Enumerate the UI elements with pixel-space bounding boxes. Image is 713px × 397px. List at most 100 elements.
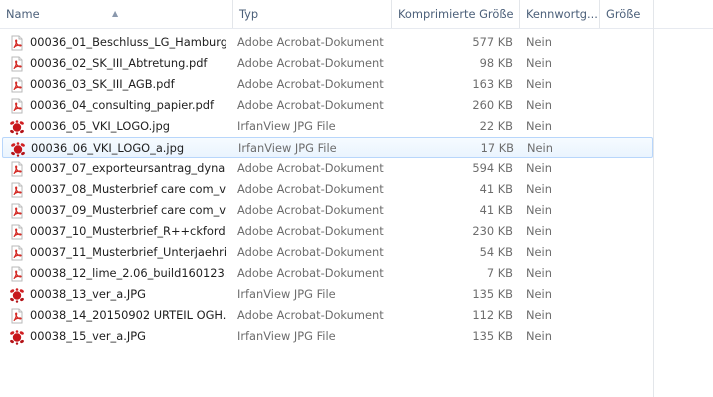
- file-type: Adobe Acrobat-Dokument: [237, 245, 384, 259]
- file-name: 00037_08_Musterbrief care com_v4....: [30, 182, 226, 196]
- column-header-password-label: Kennwortg...: [526, 7, 598, 21]
- file-password-protected: Nein: [526, 182, 552, 196]
- file-row[interactable]: 00036_03_SK_III_AGB.pdf Adobe Acrobat-Dok…: [2, 74, 653, 95]
- irfanview-icon: [10, 141, 26, 157]
- column-header-type-label: Typ: [239, 7, 259, 21]
- pdf-icon: [9, 98, 25, 114]
- file-password-protected: Nein: [526, 35, 552, 49]
- file-password-protected: Nein: [526, 266, 552, 280]
- file-password-protected: Nein: [526, 287, 552, 301]
- file-row[interactable]: 00036_01_Beschluss_LG_Hamburg.... Adobe A…: [2, 32, 653, 53]
- file-row[interactable]: 00036_06_VKI_LOGO_a.jpg IrfanView JPG Fil…: [2, 137, 653, 158]
- file-compressed-size: 22 KB: [479, 119, 513, 133]
- column-header-compressed-size-label: Komprimierte Größe: [398, 7, 514, 21]
- file-row[interactable]: 00036_05_VKI_LOGO.jpg IrfanView JPG File 2…: [2, 116, 653, 137]
- column-header-name[interactable]: Name ▲: [0, 0, 233, 28]
- column-header-name-label: Name: [6, 7, 40, 21]
- file-name: 00036_04_consulting_papier.pdf: [30, 98, 215, 112]
- column-header-bar: Name ▲ Typ Komprimierte Größe Kennwortg.…: [0, 0, 713, 29]
- irfanview-icon: [9, 329, 25, 345]
- column-divider: [653, 28, 654, 397]
- pdf-icon: [9, 161, 25, 177]
- file-row[interactable]: 00037_07_exporteursantrag_dynam... Adobe …: [2, 158, 653, 179]
- file-row[interactable]: 00037_08_Musterbrief care com_v4.... Adob…: [2, 179, 653, 200]
- file-password-protected: Nein: [526, 161, 552, 175]
- file-password-protected: Nein: [527, 141, 553, 155]
- file-password-protected: Nein: [526, 98, 552, 112]
- file-name: 00037_09_Musterbrief care com_v5....: [30, 203, 226, 217]
- pdf-icon: [9, 308, 25, 324]
- pdf-icon: [9, 35, 25, 51]
- column-header-password[interactable]: Kennwortg...: [520, 0, 600, 28]
- pdf-icon: [9, 182, 25, 198]
- file-compressed-size: 41 KB: [479, 203, 513, 217]
- file-compressed-size: 135 KB: [472, 329, 513, 343]
- file-type: Adobe Acrobat-Dokument: [237, 77, 384, 91]
- file-password-protected: Nein: [526, 308, 552, 322]
- file-type: Adobe Acrobat-Dokument: [237, 224, 384, 238]
- file-type: Adobe Acrobat-Dokument: [237, 308, 384, 322]
- file-row[interactable]: 00038_14_20150902 URTEIL OGH.pdf Adobe Ac…: [2, 305, 653, 326]
- pdf-icon: [9, 224, 25, 240]
- file-compressed-size: 112 KB: [472, 308, 513, 322]
- file-row[interactable]: 00037_09_Musterbrief care com_v5.... Adob…: [2, 200, 653, 221]
- file-name: 00038_15_ver_a.JPG: [30, 329, 146, 343]
- pdf-icon: [9, 77, 25, 93]
- column-header-type[interactable]: Typ: [233, 0, 392, 28]
- column-header-size[interactable]: Größe: [600, 0, 654, 28]
- file-type: Adobe Acrobat-Dokument: [237, 266, 384, 280]
- irfanview-icon: [9, 119, 25, 135]
- file-name: 00038_13_ver_a.JPG: [30, 287, 146, 301]
- file-row[interactable]: 00038_13_ver_a.JPG IrfanView JPG File 135 …: [2, 284, 653, 305]
- file-password-protected: Nein: [526, 203, 552, 217]
- pdf-icon: [9, 203, 25, 219]
- file-type: IrfanView JPG File: [237, 119, 336, 133]
- file-password-protected: Nein: [526, 119, 552, 133]
- file-name: 00037_07_exporteursantrag_dynam...: [30, 161, 226, 175]
- column-header-size-label: Größe: [606, 7, 641, 21]
- file-name: 00036_02_SK_III_Abtretung.pdf: [30, 56, 208, 70]
- file-compressed-size: 17 KB: [480, 141, 514, 155]
- pdf-icon: [9, 56, 25, 72]
- file-type: Adobe Acrobat-Dokument: [237, 56, 384, 70]
- file-compressed-size: 260 KB: [472, 98, 513, 112]
- file-compressed-size: 135 KB: [472, 287, 513, 301]
- file-type: Adobe Acrobat-Dokument: [237, 161, 384, 175]
- file-password-protected: Nein: [526, 329, 552, 343]
- file-row[interactable]: 00036_02_SK_III_Abtretung.pdf Adobe Acrob…: [2, 53, 653, 74]
- file-compressed-size: 577 KB: [472, 35, 513, 49]
- pdf-icon: [9, 245, 25, 261]
- irfanview-icon: [9, 287, 25, 303]
- file-compressed-size: 163 KB: [472, 77, 513, 91]
- file-name: 00036_06_VKI_LOGO_a.jpg: [31, 141, 185, 155]
- file-compressed-size: 594 KB: [472, 161, 513, 175]
- file-type: Adobe Acrobat-Dokument: [237, 35, 384, 49]
- file-row[interactable]: 00036_04_consulting_papier.pdf Adobe Acro…: [2, 95, 653, 116]
- file-name: 00036_05_VKI_LOGO.jpg: [30, 119, 170, 133]
- file-type: IrfanView JPG File: [237, 329, 336, 343]
- file-name: 00036_01_Beschluss_LG_Hamburg....: [30, 35, 226, 49]
- file-name: 00036_03_SK_III_AGB.pdf: [30, 77, 175, 91]
- file-password-protected: Nein: [526, 56, 552, 70]
- file-compressed-size: 41 KB: [479, 182, 513, 196]
- file-type: Adobe Acrobat-Dokument: [237, 182, 384, 196]
- file-row[interactable]: 00037_10_Musterbrief_R++ckforder... Adobe…: [2, 221, 653, 242]
- file-name: 00038_12_lime_2.06_build160123.pdf: [30, 266, 226, 280]
- file-row[interactable]: 00037_11_Musterbrief_Unterjaehrig... Adob…: [2, 242, 653, 263]
- file-type: IrfanView JPG File: [237, 287, 336, 301]
- sort-ascending-icon: ▲: [112, 9, 119, 18]
- file-name: 00038_14_20150902 URTEIL OGH.pdf: [30, 308, 226, 322]
- file-type: Adobe Acrobat-Dokument: [237, 203, 384, 217]
- file-compressed-size: 7 KB: [486, 266, 513, 280]
- file-row[interactable]: 00038_12_lime_2.06_build160123.pdf Adobe …: [2, 263, 653, 284]
- file-password-protected: Nein: [526, 224, 552, 238]
- file-row[interactable]: 00038_15_ver_a.JPG IrfanView JPG File 135 …: [2, 326, 653, 347]
- file-name: 00037_10_Musterbrief_R++ckforder...: [30, 224, 226, 238]
- file-compressed-size: 98 KB: [479, 56, 513, 70]
- pdf-icon: [9, 266, 25, 282]
- file-password-protected: Nein: [526, 245, 552, 259]
- file-type: IrfanView JPG File: [238, 141, 337, 155]
- file-name: 00037_11_Musterbrief_Unterjaehrig...: [30, 245, 226, 259]
- column-header-compressed-size[interactable]: Komprimierte Größe: [392, 0, 520, 28]
- file-compressed-size: 230 KB: [472, 224, 513, 238]
